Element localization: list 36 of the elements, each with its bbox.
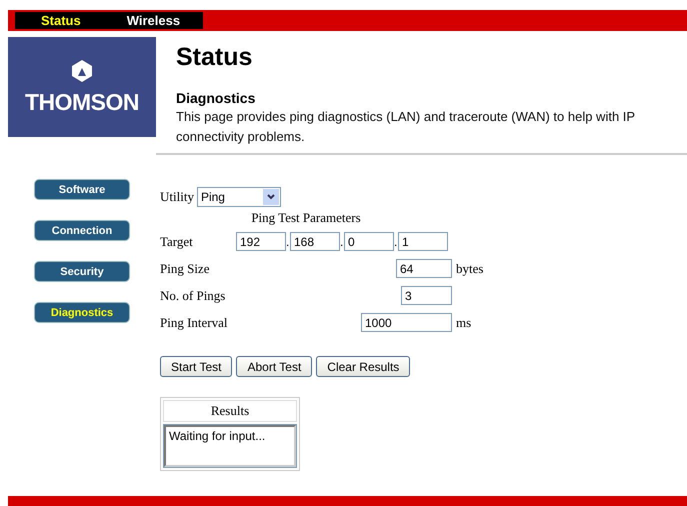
ip-field[interactable]: 1 xyxy=(398,232,448,251)
utility-select[interactable]: Ping xyxy=(196,186,281,206)
input-field[interactable]: 3 xyxy=(401,286,452,305)
sidebar-button[interactable]: Diagnostics xyxy=(34,302,130,323)
field-label: Ping Size xyxy=(160,260,210,276)
description: This page provides ping diagnostics (LAN) and traceroute (WAN) to help with IP connectivity problems. xyxy=(176,108,636,146)
input-field[interactable]: 1000 xyxy=(361,313,452,332)
sidebar-button[interactable]: Security xyxy=(34,261,130,282)
field-label: Utility xyxy=(160,188,194,204)
input-field[interactable]: 64 xyxy=(396,259,452,278)
ip-field[interactable]: 192 xyxy=(236,232,286,251)
field-label: Target xyxy=(160,234,194,250)
unit-label: ms xyxy=(456,314,472,330)
action-button[interactable]: Start Test xyxy=(160,356,232,377)
separator: . xyxy=(340,234,344,248)
section-title: Diagnostics xyxy=(176,90,256,106)
sidebar-button[interactable]: Connection xyxy=(34,220,130,241)
sidebar-button[interactable]: Software xyxy=(34,179,130,200)
results-box: Waiting for input... xyxy=(164,425,296,467)
page-title: Status xyxy=(176,43,254,72)
section-heading: Ping Test Parameters xyxy=(250,210,362,227)
field-label: Ping Interval xyxy=(160,314,229,330)
unit-label: bytes xyxy=(456,260,484,276)
logo-icon xyxy=(70,58,94,82)
action-button[interactable]: Abort Test xyxy=(236,356,312,377)
nav-tab[interactable]: Wireless xyxy=(126,13,180,28)
separator: . xyxy=(286,234,290,248)
action-button[interactable]: Clear Results xyxy=(316,356,410,377)
dropdown-icon xyxy=(262,188,279,204)
logo-text: THOMSON xyxy=(24,88,140,116)
ip-field[interactable]: 168 xyxy=(290,232,340,251)
field-label: No. of Pings xyxy=(160,288,226,304)
nav-tab[interactable]: Status xyxy=(41,13,81,28)
ip-field[interactable]: 0 xyxy=(344,232,394,251)
separator: . xyxy=(394,234,398,248)
results-heading: Results xyxy=(163,400,297,422)
